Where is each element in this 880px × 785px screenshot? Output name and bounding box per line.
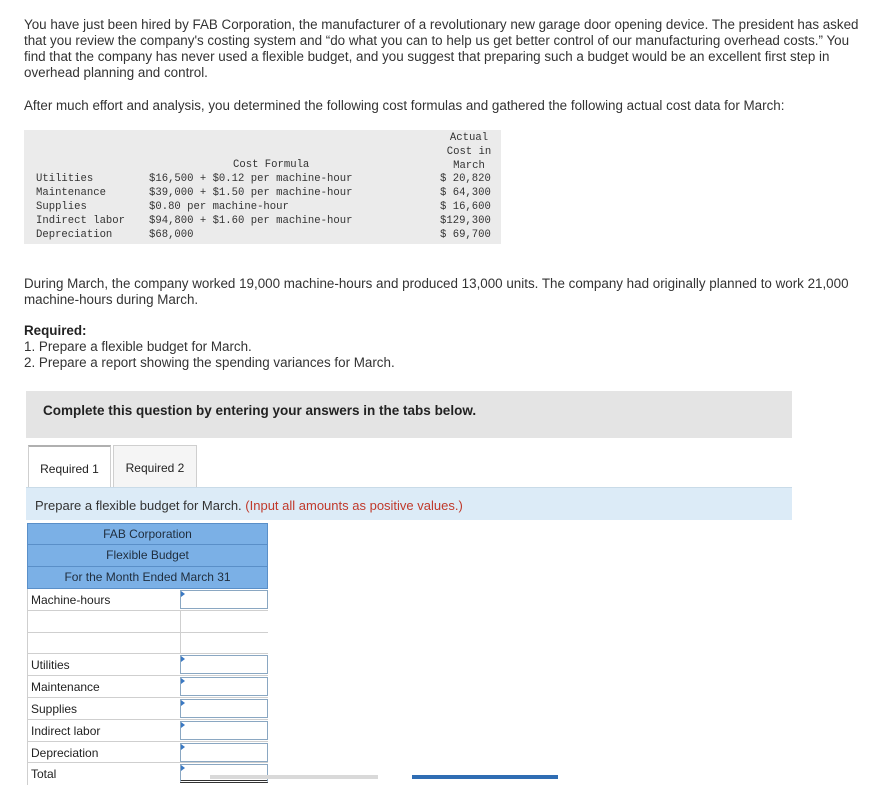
required-title: Required:	[24, 323, 87, 338]
cost-actual: $ 64,300	[440, 187, 491, 199]
blank-cell	[180, 610, 268, 632]
instruction-text: Complete this question by entering your …	[43, 403, 477, 418]
cost-name: Maintenance	[36, 187, 106, 199]
row-label: Maintenance	[31, 680, 100, 695]
prompt-bar: Prepare a flexible budget for March. (In…	[26, 487, 792, 520]
cost-actual: $ 20,820	[440, 173, 491, 185]
cost-name: Supplies	[36, 201, 87, 213]
budget-company: FAB Corporation	[27, 523, 268, 545]
cost-name: Indirect labor	[36, 215, 126, 227]
required-item-1: 1. Prepare a flexible budget for March.	[24, 339, 252, 354]
supplies-input[interactable]	[180, 698, 268, 718]
prompt-note: (Input all amounts as positive values.)	[245, 498, 463, 513]
row-label: Indirect labor	[31, 723, 101, 738]
cost-formula: $94,800 + $1.60 per machine-hour	[149, 215, 353, 227]
blank-row	[27, 632, 268, 655]
cost-row-maintenance: Maintenance $39,000 + $1.50 per machine-…	[36, 186, 496, 200]
row-label: Machine-hours	[31, 593, 111, 607]
cost-row-supplies: Supplies $0.80 per machine-hour $ 16,600	[36, 200, 496, 214]
indirect-labor-input[interactable]	[180, 720, 268, 740]
blank-cell	[180, 632, 268, 654]
march-activity-text: During March, the company worked 19,000 …	[24, 276, 849, 307]
budget-row-maintenance: Maintenance	[27, 676, 268, 698]
next-nav-button[interactable]	[412, 775, 558, 779]
cost-formula: $16,500 + $0.12 per machine-hour	[149, 173, 353, 185]
utilities-input[interactable]	[180, 655, 268, 675]
cost-actual: $ 16,600	[440, 201, 491, 213]
total-input[interactable]	[180, 764, 268, 784]
prev-nav-button[interactable]	[210, 775, 378, 779]
cost-formula: $0.80 per machine-hour	[149, 201, 289, 213]
cost-row-depreciation: Depreciation $68,000 $ 69,700	[36, 228, 496, 242]
cost-name: Depreciation	[36, 229, 113, 241]
row-label: Utilities	[31, 658, 70, 673]
machine-hours-input[interactable]	[180, 590, 268, 609]
actual-cost-header: Actual Cost in March	[446, 132, 492, 172]
cost-actual: $129,300	[440, 215, 491, 227]
tab-required-2[interactable]: Required 2	[113, 445, 197, 487]
cost-formula-header: Cost Formula	[233, 159, 310, 171]
machine-hours-row: Machine-hours	[27, 589, 268, 611]
instruction-bar: Complete this question by entering your …	[26, 391, 792, 438]
budget-row-depreciation: Depreciation	[27, 741, 268, 764]
row-label: Total	[31, 767, 57, 782]
cost-formula: $68,000	[149, 229, 194, 241]
budget-row-indirect-labor: Indirect labor	[27, 719, 268, 742]
flexible-budget-table: FAB Corporation Flexible Budget For the …	[27, 523, 268, 785]
depreciation-input[interactable]	[180, 742, 268, 762]
cost-row-indirect-labor: Indirect labor $94,800 + $1.60 per machi…	[36, 214, 496, 228]
cost-name: Utilities	[36, 173, 94, 185]
row-label: Depreciation	[31, 745, 99, 760]
cost-row-utilities: Utilities $16,500 + $0.12 per machine-ho…	[36, 172, 496, 186]
budget-title: Flexible Budget	[27, 545, 268, 567]
row-label: Supplies	[31, 701, 78, 716]
budget-period: For the Month Ended March 31	[27, 567, 268, 589]
cost-actual: $ 69,700	[440, 229, 491, 241]
blank-row	[27, 610, 268, 633]
prompt-text: Prepare a flexible budget for March. (In…	[35, 498, 463, 513]
cost-data-intro: After much effort and analysis, you dete…	[24, 98, 785, 113]
cost-formula: $39,000 + $1.50 per machine-hour	[149, 187, 353, 199]
tab-required-1[interactable]: Required 1	[28, 445, 111, 487]
required-section: Required: 1. Prepare a flexible budget f…	[24, 323, 395, 371]
budget-row-supplies: Supplies	[27, 697, 268, 720]
budget-row-utilities: Utilities	[27, 654, 268, 677]
problem-intro: You have just been hired by FAB Corporat…	[24, 17, 859, 80]
required-item-2: 2. Prepare a report showing the spending…	[24, 355, 395, 370]
maintenance-input[interactable]	[180, 677, 268, 697]
